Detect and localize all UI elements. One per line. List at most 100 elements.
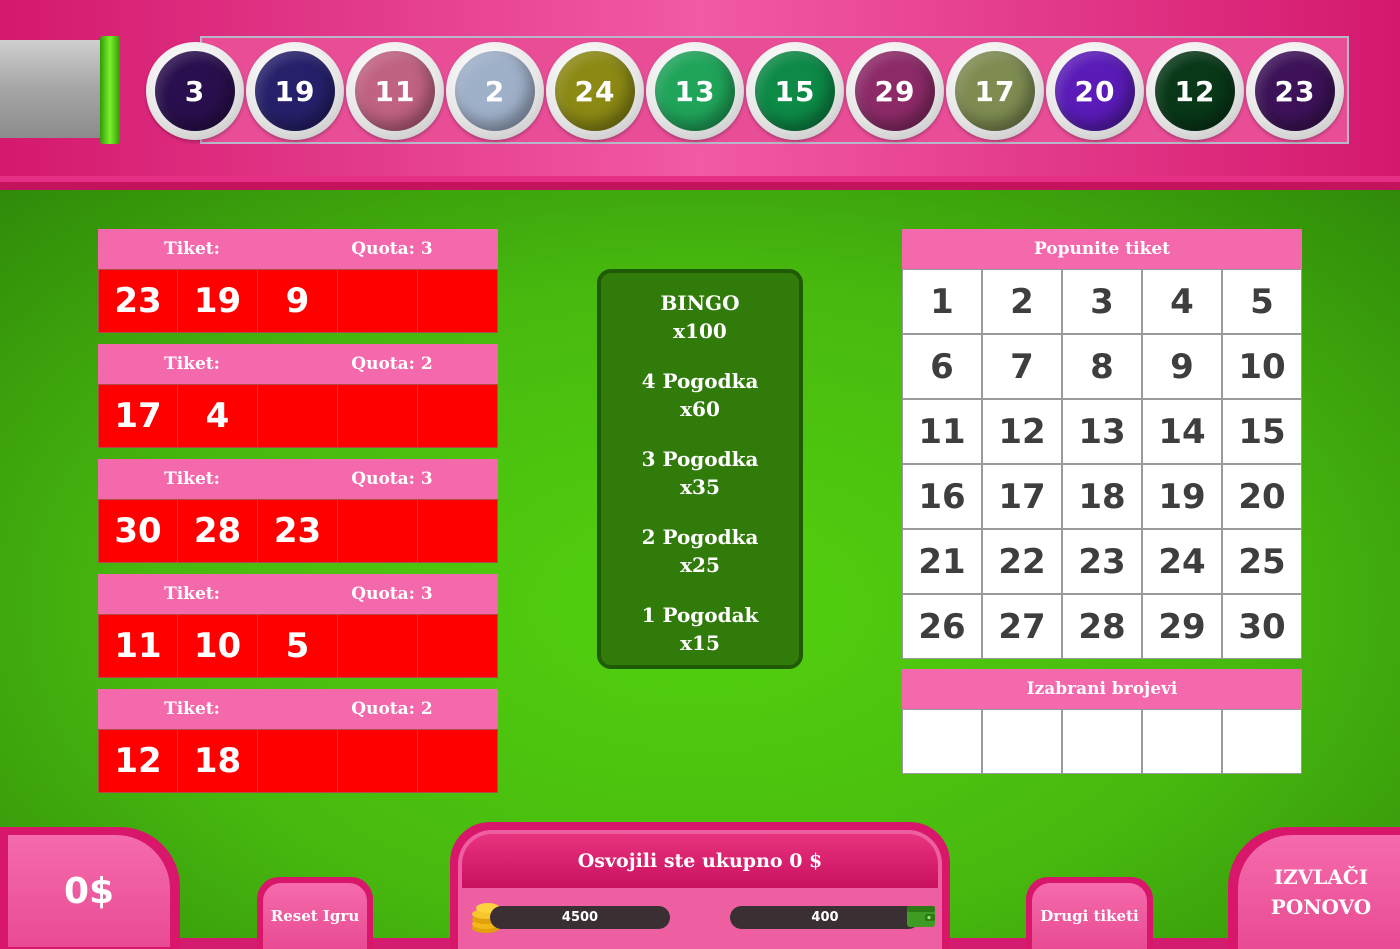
drawn-ball-number: 2 xyxy=(455,51,535,131)
ball-tube xyxy=(0,40,103,138)
pick-number-10[interactable]: 10 xyxy=(1222,334,1302,399)
pick-number-16[interactable]: 16 xyxy=(902,464,982,529)
pick-number-3[interactable]: 3 xyxy=(1062,269,1142,334)
selected-title: Izabrani brojevi xyxy=(902,669,1302,709)
ticket-number: 19 xyxy=(178,269,258,333)
paytable-item: BINGO x100 xyxy=(601,289,799,345)
pick-number-24[interactable]: 24 xyxy=(1142,529,1222,594)
draw-again-line2: PONOVO xyxy=(1270,895,1372,919)
ticket-number xyxy=(258,384,338,448)
ticket-label: Tiket: xyxy=(164,699,220,719)
drawn-ball: 19 xyxy=(246,42,344,140)
ticket-number xyxy=(418,729,498,793)
drawn-ball: 23 xyxy=(1246,42,1344,140)
drawn-ball: 15 xyxy=(746,42,844,140)
ticket-label: Tiket: xyxy=(164,584,220,604)
pick-number-8[interactable]: 8 xyxy=(1062,334,1142,399)
ticket-header: Tiket: Quota: 3 xyxy=(98,459,498,499)
drawn-ball-number: 13 xyxy=(655,51,735,131)
paytable-name: BINGO xyxy=(660,291,740,315)
pick-number-7[interactable]: 7 xyxy=(982,334,1062,399)
ticket-number: 4 xyxy=(178,384,258,448)
ticket-label: Tiket: xyxy=(164,469,220,489)
paytable-name: 2 Pogodka xyxy=(641,525,759,549)
pick-number-23[interactable]: 23 xyxy=(1062,529,1142,594)
pick-number-22[interactable]: 22 xyxy=(982,529,1062,594)
coins-bar: 4500 xyxy=(490,906,670,929)
pick-number-25[interactable]: 25 xyxy=(1222,529,1302,594)
ticket-label: Tiket: xyxy=(164,354,220,374)
pick-number-12[interactable]: 12 xyxy=(982,399,1062,464)
drawn-ball: 17 xyxy=(946,42,1044,140)
ticket-number xyxy=(258,729,338,793)
pick-number-4[interactable]: 4 xyxy=(1142,269,1222,334)
ticket-number: 11 xyxy=(98,614,178,678)
paytable-name: 3 Pogodka xyxy=(641,447,759,471)
pick-number-14[interactable]: 14 xyxy=(1142,399,1222,464)
pick-number-20[interactable]: 20 xyxy=(1222,464,1302,529)
wallet-bar: 400 xyxy=(730,906,920,929)
pick-number-2[interactable]: 2 xyxy=(982,269,1062,334)
ticket-header: Tiket: Quota: 3 xyxy=(98,229,498,269)
ticket-number: 18 xyxy=(178,729,258,793)
pick-number-26[interactable]: 26 xyxy=(902,594,982,659)
drawn-ball: 24 xyxy=(546,42,644,140)
paytable-multiplier: x35 xyxy=(680,475,720,499)
ticket-number xyxy=(418,614,498,678)
drawn-ball-number: 15 xyxy=(755,51,835,131)
drawn-ball-number: 24 xyxy=(555,51,635,131)
ticket-list: Tiket: Quota: 3 23 19 9 Tiket: Quota: 2 17 4 Tike… xyxy=(98,229,498,804)
paytable-name: 4 Pogodka xyxy=(641,369,759,393)
reset-game-button[interactable]: Reset Igru xyxy=(257,877,373,949)
ticket-number: 12 xyxy=(98,729,178,793)
selected-slot xyxy=(982,709,1062,774)
draw-again-button[interactable]: IZVLAČI PONOVO xyxy=(1228,827,1400,949)
pick-number-9[interactable]: 9 xyxy=(1142,334,1222,399)
ticket-header: Tiket: Quota: 2 xyxy=(98,689,498,729)
pick-number-19[interactable]: 19 xyxy=(1142,464,1222,529)
other-tickets-button[interactable]: Drugi tiketi xyxy=(1026,877,1153,949)
balance-value: 0$ xyxy=(8,835,170,947)
number-picker: Popunite tiket 1 2 3 4 5 6 7 8 9 10 11 12 13 14 15 16 17… xyxy=(902,229,1302,659)
drawn-ball: 13 xyxy=(646,42,744,140)
ticket-number xyxy=(338,269,418,333)
ticket-number xyxy=(338,384,418,448)
reset-game-label: Reset Igru xyxy=(263,883,367,949)
pick-number-27[interactable]: 27 xyxy=(982,594,1062,659)
ticket-number xyxy=(338,499,418,563)
top-bar-edge xyxy=(0,182,1400,190)
ticket-number: 23 xyxy=(258,499,338,563)
pick-number-29[interactable]: 29 xyxy=(1142,594,1222,659)
drawn-ball-number: 12 xyxy=(1155,51,1235,131)
pick-number-5[interactable]: 5 xyxy=(1222,269,1302,334)
drawn-ball-number: 19 xyxy=(255,51,335,131)
pick-number-13[interactable]: 13 xyxy=(1062,399,1142,464)
wallet-icon xyxy=(907,906,935,927)
drawn-balls: 3 19 11 2 24 13 15 29 17 20 12 23 xyxy=(146,42,1346,142)
pick-number-1[interactable]: 1 xyxy=(902,269,982,334)
selected-slots xyxy=(902,709,1302,774)
total-win-text: Osvojili ste ukupno 0 $ xyxy=(462,834,938,888)
ticket-number: 28 xyxy=(178,499,258,563)
drawn-ball: 12 xyxy=(1146,42,1244,140)
pick-number-15[interactable]: 15 xyxy=(1222,399,1302,464)
ticket-number: 9 xyxy=(258,269,338,333)
pick-number-17[interactable]: 17 xyxy=(982,464,1062,529)
drawn-ball-number: 3 xyxy=(155,51,235,131)
ticket-header: Tiket: Quota: 2 xyxy=(98,344,498,384)
pick-number-18[interactable]: 18 xyxy=(1062,464,1142,529)
pick-number-11[interactable]: 11 xyxy=(902,399,982,464)
ticket-header: Tiket: Quota: 3 xyxy=(98,574,498,614)
ticket-number: 10 xyxy=(178,614,258,678)
ticket: Tiket: Quota: 3 30 28 23 xyxy=(98,459,498,563)
paytable-multiplier: x15 xyxy=(680,631,720,655)
pick-number-6[interactable]: 6 xyxy=(902,334,982,399)
pick-number-28[interactable]: 28 xyxy=(1062,594,1142,659)
drawn-ball: 2 xyxy=(446,42,544,140)
ticket-number xyxy=(418,384,498,448)
drawn-ball: 3 xyxy=(146,42,244,140)
pick-number-30[interactable]: 30 xyxy=(1222,594,1302,659)
pick-number-21[interactable]: 21 xyxy=(902,529,982,594)
ticket-number xyxy=(338,729,418,793)
other-tickets-label: Drugi tiketi xyxy=(1032,883,1147,949)
